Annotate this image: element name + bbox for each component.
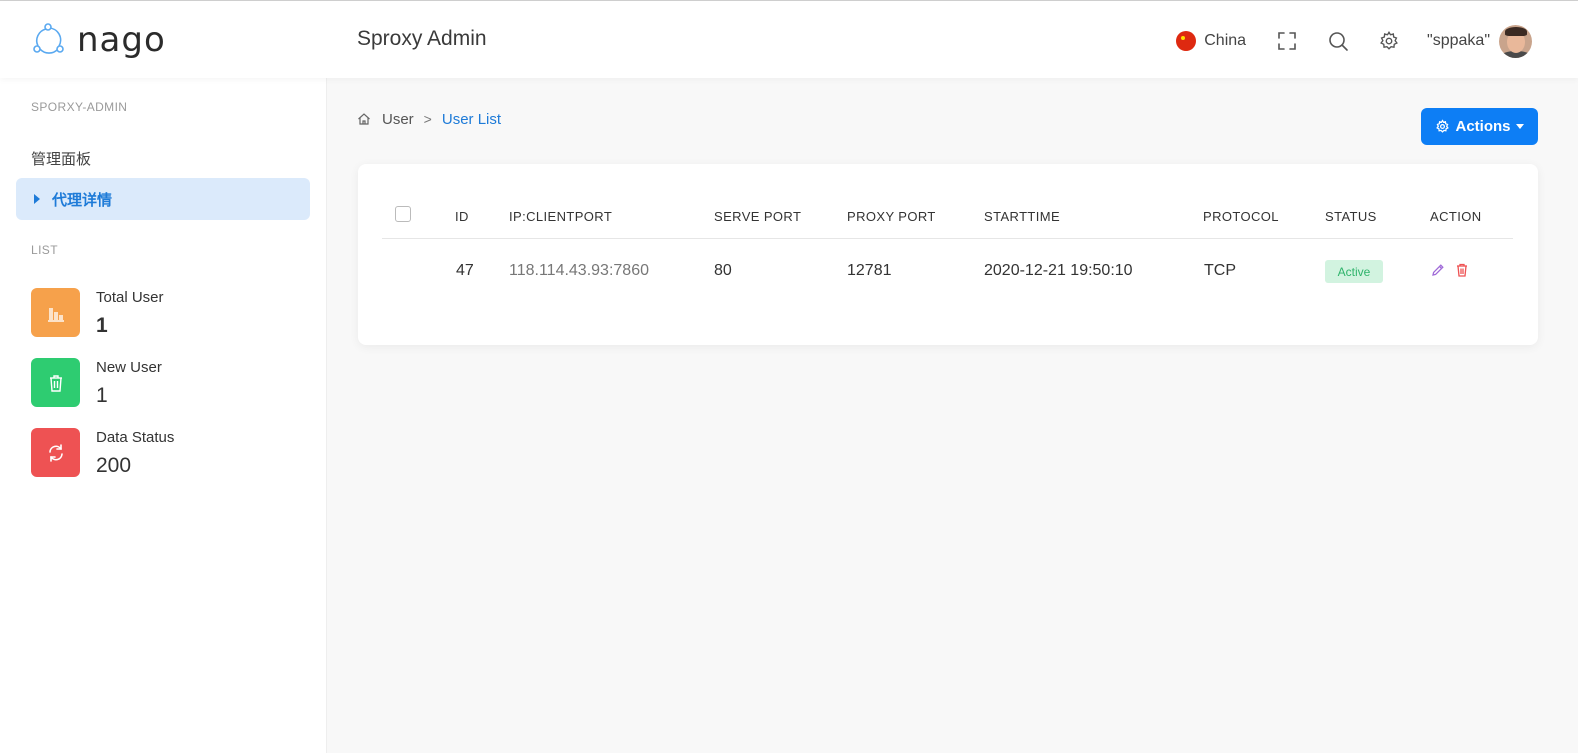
language-selector[interactable]: China bbox=[1176, 31, 1246, 51]
stat-total-user: Total User 1 bbox=[31, 288, 311, 338]
breadcrumb-user[interactable]: User bbox=[382, 111, 414, 128]
actions-label: Actions bbox=[1455, 118, 1511, 135]
stat-new-user: New User 1 bbox=[31, 358, 311, 408]
breadcrumb-current: User List bbox=[441, 110, 502, 128]
cell-starttime: 2020-12-21 19:50:10 bbox=[984, 262, 1133, 279]
language-label: China bbox=[1204, 32, 1247, 49]
stat-value: 200 bbox=[96, 454, 132, 477]
stat-data-status: Data Status 200 bbox=[31, 428, 311, 478]
sidebar: SPORXY-ADMIN 管理面板 代理详情 LIST Total User 1… bbox=[0, 78, 327, 753]
sidebar-item-proxy-details[interactable]: 代理详情 bbox=[16, 178, 310, 220]
delete-icon[interactable] bbox=[1454, 262, 1470, 278]
sidebar-list-title: LIST bbox=[31, 243, 58, 257]
sidebar-item-label: 代理详情 bbox=[52, 191, 113, 209]
caret-right-icon bbox=[34, 194, 40, 204]
cell-protocol: TCP bbox=[1204, 262, 1236, 279]
stat-label: Data Status bbox=[96, 429, 175, 446]
bar-chart-icon bbox=[31, 288, 80, 337]
actions-button[interactable]: Actions bbox=[1421, 108, 1538, 145]
col-header-starttime[interactable]: STARTTIME bbox=[984, 209, 1060, 224]
sidebar-section-title: SPORXY-ADMIN bbox=[31, 100, 128, 114]
brand-logo[interactable]: nago bbox=[31, 18, 166, 62]
stat-value: 1 bbox=[96, 384, 108, 407]
cell-serve-port: 80 bbox=[714, 262, 732, 279]
fullscreen-icon[interactable] bbox=[1276, 30, 1298, 52]
breadcrumb: User > User List bbox=[357, 109, 501, 129]
china-flag-icon bbox=[1176, 31, 1197, 51]
top-header: nago Sproxy Admin China "sppaka" bbox=[0, 1, 1578, 78]
gear-icon[interactable] bbox=[1378, 30, 1400, 52]
cell-proxy-port: 12781 bbox=[847, 262, 892, 279]
col-header-ip[interactable]: IP:CLIENTPORT bbox=[509, 209, 612, 224]
col-header-serve-port[interactable]: SERVE PORT bbox=[714, 209, 801, 224]
col-header-id[interactable]: ID bbox=[455, 209, 469, 224]
edit-icon[interactable] bbox=[1430, 262, 1446, 278]
sidebar-item-dashboard[interactable]: 管理面板 bbox=[31, 148, 91, 169]
col-header-proxy-port[interactable]: PROXY PORT bbox=[847, 209, 936, 224]
header-divider bbox=[382, 238, 1513, 239]
cell-ip: 118.114.43.93:7860 bbox=[509, 262, 649, 279]
stat-label: New User bbox=[96, 359, 162, 376]
user-table-card: ID IP:CLIENTPORT SERVE PORT PROXY PORT S… bbox=[358, 164, 1538, 345]
select-all-checkbox[interactable] bbox=[395, 206, 411, 222]
chevron-right-icon: > bbox=[423, 111, 432, 127]
trash-icon bbox=[31, 358, 80, 407]
home-icon[interactable] bbox=[357, 112, 371, 126]
search-icon[interactable] bbox=[1327, 30, 1349, 52]
col-header-status[interactable]: STATUS bbox=[1325, 209, 1377, 224]
gear-icon bbox=[1436, 119, 1450, 133]
caret-down-icon bbox=[1515, 124, 1524, 129]
refresh-icon bbox=[31, 428, 80, 477]
cell-id: 47 bbox=[456, 262, 474, 279]
status-badge: Active bbox=[1325, 260, 1383, 283]
col-header-protocol[interactable]: PROTOCOL bbox=[1203, 209, 1279, 224]
stat-label: Total User bbox=[96, 289, 164, 306]
col-header-action: ACTION bbox=[1430, 209, 1482, 224]
brand-name: nago bbox=[77, 20, 166, 60]
stat-value: 1 bbox=[96, 314, 108, 337]
logo-icon bbox=[33, 23, 64, 54]
avatar[interactable] bbox=[1499, 24, 1532, 58]
username[interactable]: "sppaka" bbox=[1427, 32, 1490, 50]
app-title: Sproxy Admin bbox=[357, 27, 487, 50]
